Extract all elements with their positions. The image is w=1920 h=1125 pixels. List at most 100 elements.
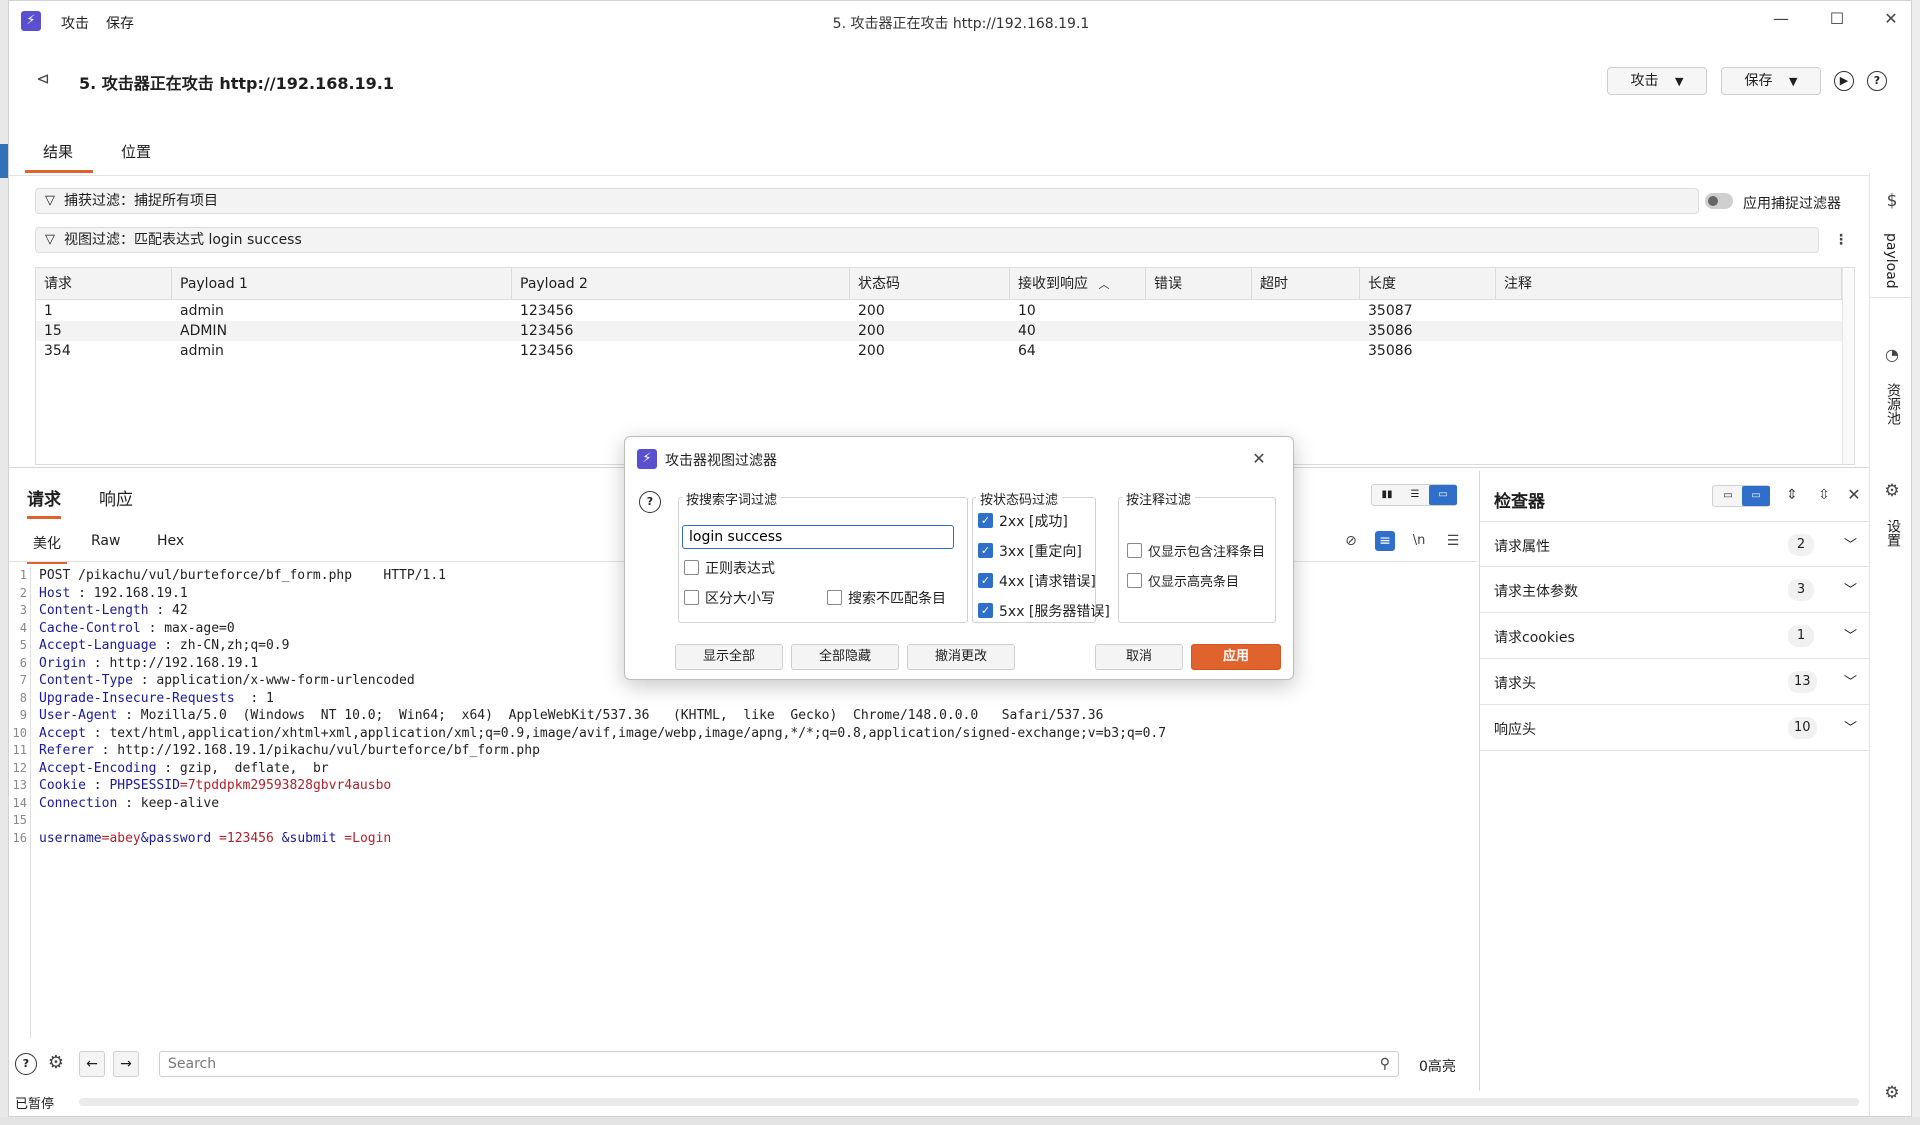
close-icon[interactable]: ✕ [1844, 485, 1864, 505]
gear-icon[interactable]: ⚙ [1882, 1083, 1902, 1103]
status-3xx-checkbox[interactable]: ✓ [978, 543, 993, 558]
col-error[interactable]: 错误 [1146, 268, 1252, 300]
newline-icon[interactable]: \n [1409, 531, 1429, 551]
col-payload2[interactable]: Payload 2 [512, 268, 850, 300]
back-icon[interactable]: ⊲ [33, 69, 53, 89]
close-icon[interactable]: ✕ [1249, 449, 1269, 469]
inspector-row-body-params[interactable]: 请求主体参数 3 ﹀ [1480, 567, 1870, 613]
help-icon[interactable]: ? [639, 491, 661, 513]
save-dropdown-button[interactable]: 保存 ▼ [1721, 67, 1821, 95]
expand-all-icon[interactable]: ⇕ [1782, 485, 1802, 505]
inspector-row-cookies[interactable]: 请求cookies 1 ﹀ [1480, 613, 1870, 659]
header-key: Cookie [39, 778, 86, 793]
play-icon[interactable]: ▶ [1834, 71, 1854, 91]
inspector-row-request-attributes[interactable]: 请求属性 2 ﹀ [1480, 521, 1870, 567]
maximize-icon[interactable]: ☐ [1825, 9, 1849, 28]
subtab-pretty[interactable]: 美化 [27, 533, 67, 564]
tab-results[interactable]: 结果 [25, 141, 93, 173]
capture-filter-bar[interactable]: ▽ 捕获过滤：捕捉所有项目 [35, 188, 1699, 214]
inspector-row-request-headers[interactable]: 请求头 13 ﹀ [1480, 659, 1870, 705]
line-number: 4 [19, 620, 27, 635]
attack-dropdown-button[interactable]: 攻击 ▼ [1607, 67, 1707, 95]
payload-icon[interactable]: $ [1882, 191, 1902, 211]
search-input[interactable]: Search ⚲ [159, 1051, 1399, 1077]
inspector-layout-toggle[interactable]: ▭ ▭ [1712, 485, 1770, 507]
only-highlighted-checkbox[interactable] [1127, 573, 1142, 588]
collapse-all-icon[interactable]: ⇳ [1814, 485, 1834, 505]
more-options-icon[interactable]: ⋮ [1831, 230, 1851, 250]
table-row[interactable]: 15 ADMIN 123456 200 40 35086 [36, 321, 1842, 341]
inspector-row-label: 请求属性 [1494, 539, 1550, 555]
only-commented-checkbox[interactable] [1127, 543, 1142, 558]
help-icon[interactable]: ? [1867, 71, 1887, 91]
status-4xx-checkbox[interactable]: ✓ [978, 573, 993, 588]
help-icon[interactable]: ? [15, 1053, 37, 1075]
prev-match-button[interactable]: ← [79, 1051, 105, 1077]
view-filter-bar[interactable]: ▽ 视图过滤：匹配表达式 login success [35, 227, 1819, 253]
col-payload1[interactable]: Payload 1 [172, 268, 512, 300]
panel-left-icon[interactable]: ▭ [1714, 486, 1742, 506]
col-response-received[interactable]: 接收到响应 ︿ [1010, 268, 1146, 300]
sidebar-resource-pool[interactable]: 资源池 [1883, 383, 1903, 425]
inspector-row-response-headers[interactable]: 响应头 10 ﹀ [1480, 705, 1870, 751]
cell-length: 35087 [1368, 303, 1413, 319]
pie-chart-icon[interactable]: ◔ [1882, 345, 1902, 365]
sidebar-settings[interactable]: 设置 [1883, 519, 1903, 547]
cell-payload2: 123456 [520, 323, 574, 339]
tab-positions[interactable]: 位置 [117, 141, 167, 173]
hide-nonprinting-icon[interactable]: ⊘ [1341, 531, 1361, 551]
hide-all-button[interactable]: 全部隐藏 [791, 644, 899, 670]
status-2xx-checkbox[interactable]: ✓ [978, 513, 993, 528]
attack-header: ⊲ 5. 攻击器正在攻击 http://192.168.19.1 攻击 ▼ 保存… [9, 41, 1911, 121]
cell-payload1: admin [180, 343, 224, 359]
line-number: 13 [12, 778, 27, 792]
gear-icon[interactable]: ⚙ [46, 1053, 66, 1073]
tab-request[interactable]: 请求 [27, 485, 61, 519]
header-key: Accept-Language [39, 638, 157, 653]
table-row[interactable]: 1 admin 123456 200 10 35087 [36, 301, 1842, 321]
layout-toggle[interactable]: ▮▮ ☰ ▭ [1371, 484, 1457, 506]
panel-right-icon[interactable]: ▭ [1742, 486, 1770, 506]
chevron-down-icon: ﹀ [1844, 629, 1858, 644]
header-value: : 1 [234, 690, 274, 706]
revert-changes-button[interactable]: 撤消更改 [907, 644, 1015, 670]
menu-icon[interactable]: ☰ [1443, 531, 1463, 551]
minimize-icon[interactable]: — [1769, 9, 1793, 28]
col-timeout[interactable]: 超时 [1252, 268, 1360, 300]
case-sensitive-checkbox[interactable] [684, 590, 699, 605]
regex-checkbox[interactable] [684, 560, 699, 575]
search-term-input[interactable] [682, 525, 954, 549]
apply-capture-filter-toggle[interactable] [1705, 193, 1733, 209]
status-paused: 已暂停 [15, 1097, 55, 1112]
subtab-raw[interactable]: Raw [91, 533, 120, 549]
sidebar-payload[interactable]: payload [1883, 233, 1899, 289]
split-vertical-icon[interactable]: ▮▮ [1373, 485, 1401, 505]
close-window-icon[interactable]: ✕ [1879, 9, 1903, 28]
subtab-hex[interactable]: Hex [157, 533, 184, 549]
cell-status: 200 [858, 343, 885, 359]
header-key: Origin [39, 655, 86, 671]
col-comment[interactable]: 注释 [1496, 268, 1842, 300]
header-value: : http://192.168.19.1 [85, 655, 259, 671]
single-pane-icon[interactable]: ▭ [1429, 485, 1457, 505]
next-match-button[interactable]: → [113, 1051, 139, 1077]
col-status[interactable]: 状态码 [850, 268, 1010, 300]
cell-length: 35086 [1368, 343, 1413, 359]
header-value: : Mozilla/5.0 (Windows NT 10.0; Win64; x… [117, 708, 1104, 723]
tab-response[interactable]: 响应 [99, 485, 133, 510]
cancel-button[interactable]: 取消 [1095, 644, 1183, 670]
negative-search-checkbox[interactable] [827, 590, 842, 605]
table-row[interactable]: 354 admin 123456 200 64 35086 [36, 341, 1842, 361]
show-all-button[interactable]: 显示全部 [675, 644, 783, 670]
split-horizontal-icon[interactable]: ☰ [1401, 485, 1429, 505]
col-length[interactable]: 长度 [1360, 268, 1496, 300]
gear-icon[interactable]: ⚙ [1882, 481, 1902, 501]
cookie-name: PHPSESSID [109, 778, 180, 793]
table-scrollbar[interactable] [1842, 268, 1854, 464]
col-request[interactable]: 请求 [36, 268, 172, 300]
status-5xx-checkbox[interactable]: ✓ [978, 603, 993, 618]
code-line: Accept : text/html,application/xhtml+xml… [39, 726, 1166, 741]
apply-button[interactable]: 应用 [1191, 644, 1281, 670]
word-wrap-icon[interactable]: ≡ [1375, 531, 1395, 551]
cell-payload1: admin [180, 303, 224, 319]
